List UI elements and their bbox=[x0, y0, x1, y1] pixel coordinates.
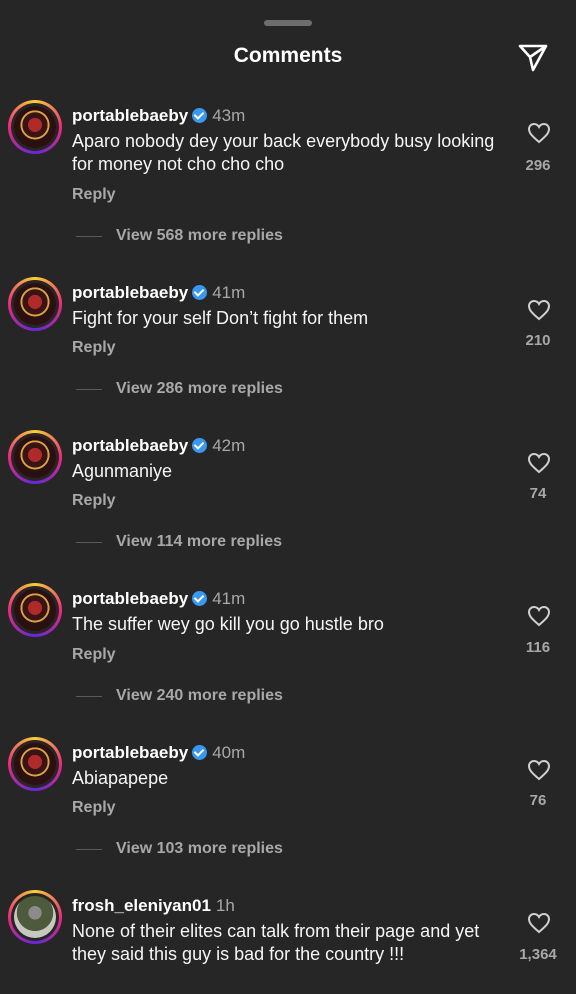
like-count: 116 bbox=[525, 639, 551, 656]
comment-username[interactable]: portablebaeby bbox=[72, 589, 188, 608]
divider bbox=[76, 389, 102, 390]
like-count: 76 bbox=[529, 792, 547, 809]
comment-text: Fight for your self Don’t fight for them bbox=[72, 308, 369, 328]
comment-time: 41m bbox=[212, 283, 246, 302]
comment-time: 43m bbox=[212, 106, 246, 125]
comment-text: None of their elites can talk from their… bbox=[72, 921, 480, 964]
like-count: 74 bbox=[529, 485, 547, 502]
comments-sheet: Comments portablebaeby 43m Aparo nobody d… bbox=[0, 0, 576, 994]
reply-button[interactable]: Reply bbox=[72, 339, 116, 357]
reply-button[interactable]: Reply bbox=[72, 492, 116, 510]
avatar[interactable] bbox=[8, 737, 62, 791]
divider bbox=[76, 696, 102, 697]
heart-icon[interactable] bbox=[527, 452, 551, 474]
heart-icon[interactable] bbox=[527, 122, 551, 144]
verified-badge-icon bbox=[192, 108, 208, 123]
like-count: 210 bbox=[525, 332, 551, 349]
verified-badge-icon bbox=[192, 438, 208, 453]
like-count: 1,364 bbox=[519, 946, 557, 963]
divider bbox=[76, 236, 102, 237]
sheet-title: Comments bbox=[233, 44, 343, 67]
heart-icon[interactable] bbox=[527, 605, 551, 627]
reply-button[interactable]: Reply bbox=[72, 799, 116, 817]
reply-button[interactable]: Reply bbox=[72, 646, 116, 664]
comment-text: Agunmaniye bbox=[72, 461, 173, 481]
comment-username[interactable]: frosh_eleniyan01 bbox=[72, 896, 211, 915]
verified-badge-icon bbox=[192, 591, 208, 606]
reply-button[interactable]: Reply bbox=[72, 186, 116, 204]
comment-text: Abiapapepe bbox=[72, 768, 169, 788]
heart-icon[interactable] bbox=[527, 299, 551, 321]
avatar[interactable] bbox=[8, 890, 62, 944]
avatar[interactable] bbox=[8, 100, 62, 154]
like-count: 296 bbox=[525, 157, 551, 174]
comment-text: Aparo nobody dey your back everybody bus… bbox=[72, 131, 495, 174]
send-icon[interactable] bbox=[516, 40, 550, 74]
comment-time: 41m bbox=[212, 589, 246, 608]
avatar[interactable] bbox=[8, 277, 62, 331]
verified-badge-icon bbox=[192, 285, 208, 300]
divider bbox=[76, 542, 102, 543]
verified-badge-icon bbox=[192, 745, 208, 760]
comment-username[interactable]: portablebaeby bbox=[72, 283, 188, 302]
comment-username[interactable]: portablebaeby bbox=[72, 106, 188, 125]
comment-text: The suffer wey go kill you go hustle bro bbox=[72, 614, 384, 634]
heart-icon[interactable] bbox=[527, 759, 551, 781]
view-replies-button[interactable]: View 568 more replies bbox=[116, 227, 283, 245]
comment-username[interactable]: portablebaeby bbox=[72, 436, 188, 455]
avatar[interactable] bbox=[8, 583, 62, 637]
divider bbox=[76, 849, 102, 850]
heart-icon[interactable] bbox=[527, 912, 551, 934]
comment-username[interactable]: portablebaeby bbox=[72, 743, 188, 762]
comment-time: 40m bbox=[212, 743, 246, 762]
avatar[interactable] bbox=[8, 430, 62, 484]
comment-time: 1h bbox=[215, 896, 235, 915]
view-replies-button[interactable]: View 286 more replies bbox=[116, 380, 283, 398]
comment-time: 42m bbox=[212, 436, 246, 455]
drag-handle[interactable] bbox=[264, 20, 312, 26]
view-replies-button[interactable]: View 114 more replies bbox=[116, 533, 282, 551]
view-replies-button[interactable]: View 103 more replies bbox=[116, 840, 283, 858]
view-replies-button[interactable]: View 240 more replies bbox=[116, 687, 283, 705]
